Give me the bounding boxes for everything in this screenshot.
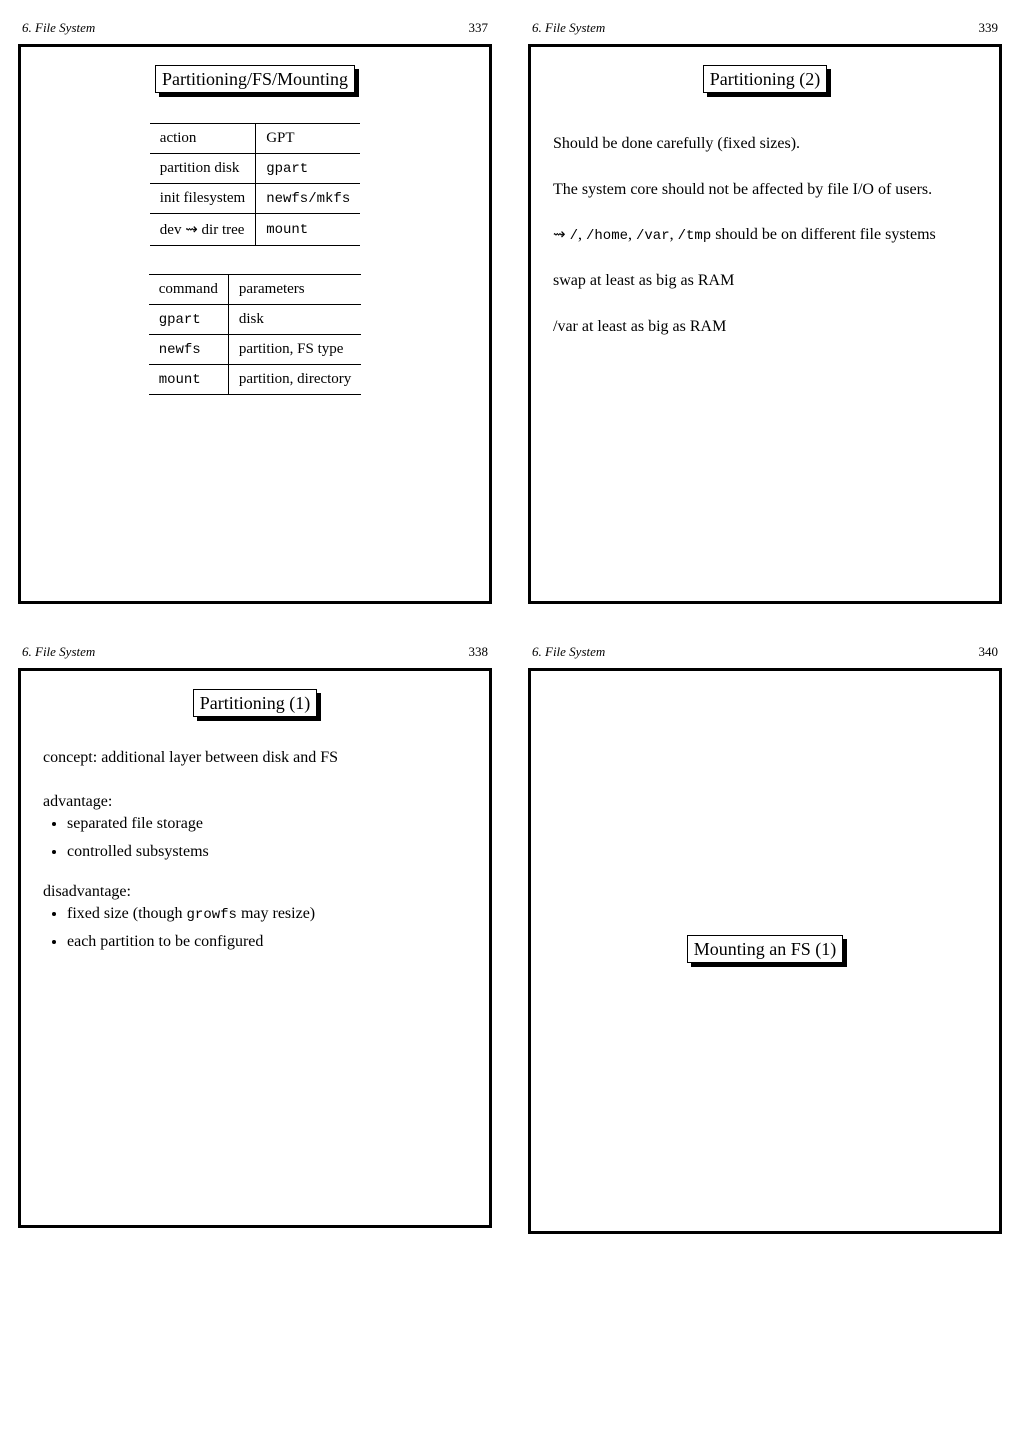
action-table: action GPT partition disk gpart init fil… bbox=[150, 123, 360, 246]
list-item: fixed size (though growfs may resize) bbox=[67, 905, 467, 923]
slide-frame: Partitioning (2) Should be done carefull… bbox=[528, 44, 1002, 604]
slide-frame: Mounting an FS (1) bbox=[528, 668, 1002, 1234]
slide-title: Mounting an FS (1) bbox=[687, 935, 844, 963]
paragraph: ⇝ /, /home, /var, /tmp should be on diff… bbox=[553, 224, 977, 246]
cell: action bbox=[150, 124, 256, 154]
cell: command bbox=[149, 275, 229, 305]
disadvantage-label: disadvantage: bbox=[43, 883, 467, 901]
slide-header: 6. File System 340 bbox=[520, 644, 1010, 664]
cell: newfs bbox=[149, 335, 229, 365]
cell: gpart bbox=[256, 154, 361, 184]
slide-title: Partitioning (1) bbox=[193, 689, 318, 717]
page-number: 340 bbox=[979, 644, 999, 660]
chapter-label: 6. File System bbox=[532, 20, 605, 36]
paragraph: The system core should not be affected b… bbox=[553, 179, 977, 201]
command-table: command parameters gpart disk newfs part… bbox=[149, 274, 362, 395]
list-item: controlled subsystems bbox=[67, 843, 467, 861]
list-item: separated file storage bbox=[67, 815, 467, 833]
cell: mount bbox=[256, 214, 361, 246]
cell: parameters bbox=[228, 275, 361, 305]
cell: newfs/mkfs bbox=[256, 184, 361, 214]
slide-header: 6. File System 339 bbox=[520, 20, 1010, 40]
cell: init filesystem bbox=[150, 184, 256, 214]
slide-title: Partitioning (2) bbox=[703, 65, 828, 93]
slide-337: 6. File System 337 Partitioning/FS/Mount… bbox=[0, 0, 510, 624]
slide-header: 6. File System 338 bbox=[10, 644, 500, 664]
cell: dev ⇝ dir tree bbox=[150, 214, 256, 246]
chapter-label: 6. File System bbox=[22, 20, 95, 36]
cell: partition disk bbox=[150, 154, 256, 184]
table-row: mount partition, directory bbox=[149, 365, 362, 395]
table-row: action GPT bbox=[150, 124, 360, 154]
advantage-list: separated file storage controlled subsys… bbox=[43, 815, 467, 861]
paragraph: /var at least as big as RAM bbox=[553, 316, 977, 338]
table-row: command parameters bbox=[149, 275, 362, 305]
chapter-label: 6. File System bbox=[532, 644, 605, 660]
arrow-icon: ⇝ bbox=[185, 221, 198, 238]
leadsto-icon: ⇝ bbox=[553, 226, 566, 243]
slide-339: 6. File System 339 Partitioning (2) Shou… bbox=[510, 0, 1020, 624]
list-item: each partition to be configured bbox=[67, 933, 467, 951]
cell: partition, FS type bbox=[228, 335, 361, 365]
table-row: init filesystem newfs/mkfs bbox=[150, 184, 360, 214]
table-row: gpart disk bbox=[149, 305, 362, 335]
paragraph: swap at least as big as RAM bbox=[553, 270, 977, 292]
page-number: 337 bbox=[469, 20, 489, 36]
table-row: newfs partition, FS type bbox=[149, 335, 362, 365]
disadvantage-list: fixed size (though growfs may resize) ea… bbox=[43, 905, 467, 951]
slide-frame: Partitioning (1) concept: additional lay… bbox=[18, 668, 492, 1228]
slide-header: 6. File System 337 bbox=[10, 20, 500, 40]
slide-340: 6. File System 340 Mounting an FS (1) bbox=[510, 624, 1020, 1254]
table-row: partition disk gpart bbox=[150, 154, 360, 184]
paragraph: Should be done carefully (fixed sizes). bbox=[553, 133, 977, 155]
chapter-label: 6. File System bbox=[22, 644, 95, 660]
advantage-label: advantage: bbox=[43, 793, 467, 811]
cell: gpart bbox=[149, 305, 229, 335]
cell: GPT bbox=[256, 124, 361, 154]
page-number: 339 bbox=[979, 20, 999, 36]
slide-frame: Partitioning/FS/Mounting action GPT part… bbox=[18, 44, 492, 604]
slide-338: 6. File System 338 Partitioning (1) conc… bbox=[0, 624, 510, 1254]
cell: partition, directory bbox=[228, 365, 361, 395]
page-number: 338 bbox=[469, 644, 489, 660]
table-row: dev ⇝ dir tree mount bbox=[150, 214, 360, 246]
cell: disk bbox=[228, 305, 361, 335]
paragraph: concept: additional layer between disk a… bbox=[43, 747, 467, 769]
cell: mount bbox=[149, 365, 229, 395]
slide-title: Partitioning/FS/Mounting bbox=[155, 65, 355, 93]
